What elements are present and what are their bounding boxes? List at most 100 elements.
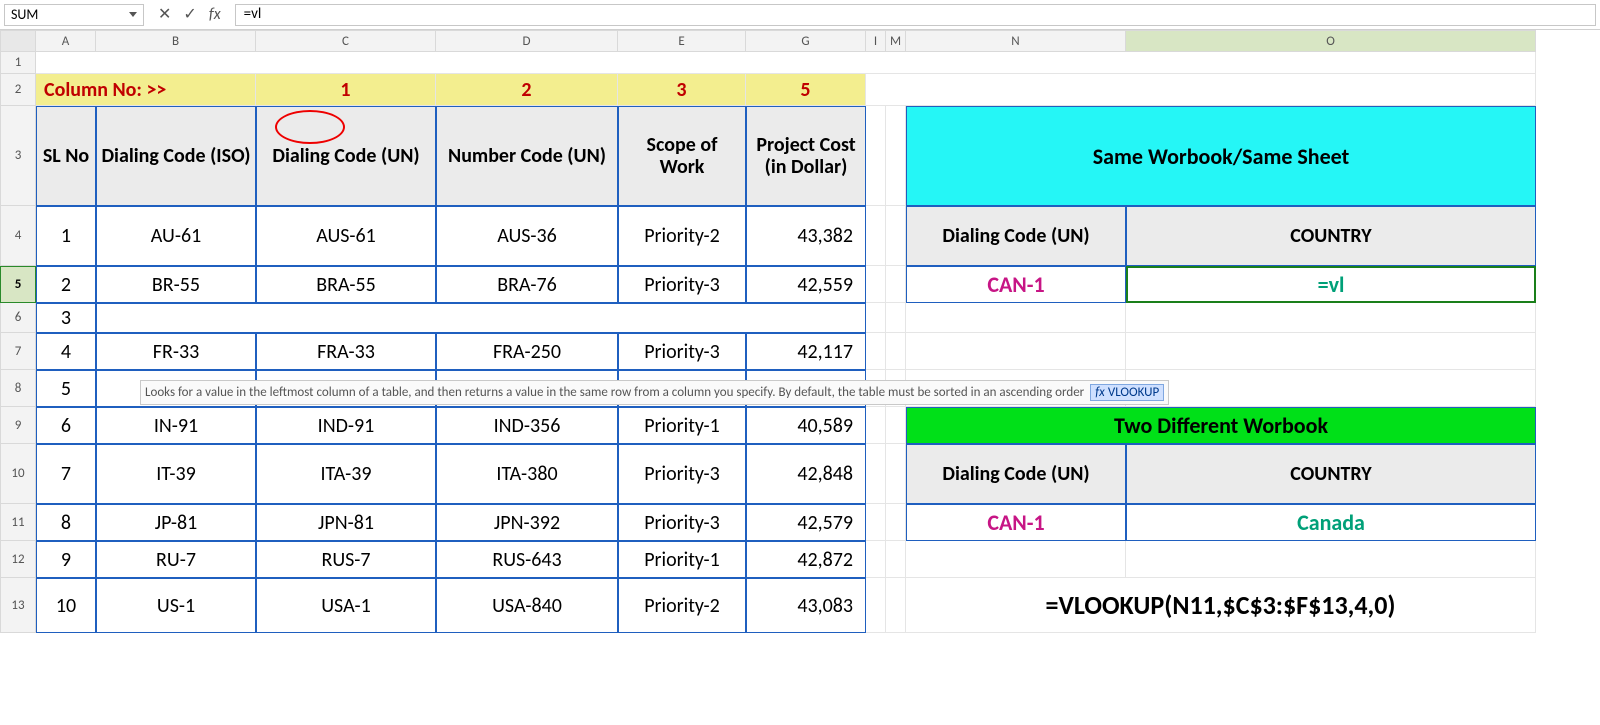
row-header[interactable]: 9: [0, 407, 36, 444]
cell[interactable]: [866, 206, 886, 266]
name-box[interactable]: SUM: [4, 4, 144, 26]
cell[interactable]: Priority-2: [618, 578, 746, 633]
row-header-selected[interactable]: 5: [0, 266, 36, 303]
cell[interactable]: [886, 444, 906, 504]
col-header-E[interactable]: E: [618, 30, 746, 52]
row-header[interactable]: 3: [0, 106, 36, 206]
cell[interactable]: 8: [36, 504, 96, 541]
cell[interactable]: 4: [36, 333, 96, 370]
cell[interactable]: 5: [36, 370, 96, 407]
cell[interactable]: Priority-3: [618, 266, 746, 303]
cell[interactable]: ITA-380: [436, 444, 618, 504]
select-all-corner[interactable]: [0, 30, 36, 52]
cell[interactable]: 1: [36, 206, 96, 266]
col-header-G[interactable]: G: [746, 30, 866, 52]
col-header-O[interactable]: O: [1126, 30, 1536, 52]
cell[interactable]: [36, 52, 1536, 74]
cell[interactable]: AU-61: [96, 206, 256, 266]
cell[interactable]: [866, 541, 886, 578]
col-header-M[interactable]: M: [886, 30, 906, 52]
cell[interactable]: IND-91: [256, 407, 436, 444]
col-header-D[interactable]: D: [436, 30, 618, 52]
cell[interactable]: 42,848: [746, 444, 866, 504]
cell[interactable]: 42,872: [746, 541, 866, 578]
cell[interactable]: [1126, 370, 1536, 407]
cell[interactable]: [866, 266, 886, 303]
cell[interactable]: JPN-392: [436, 504, 618, 541]
cell[interactable]: [866, 106, 886, 206]
col-header-A[interactable]: A: [36, 30, 96, 52]
col-header-I[interactable]: I: [866, 30, 886, 52]
cell[interactable]: [886, 266, 906, 303]
cell[interactable]: Priority-1: [618, 407, 746, 444]
fx-icon[interactable]: fx: [209, 7, 221, 23]
cell[interactable]: [866, 333, 886, 370]
cell[interactable]: [906, 333, 1126, 370]
cell[interactable]: [866, 407, 886, 444]
cell[interactable]: JPN-81: [256, 504, 436, 541]
cell[interactable]: Priority-3: [618, 504, 746, 541]
enter-icon[interactable]: ✓: [183, 7, 196, 23]
cell[interactable]: Priority-1: [618, 541, 746, 578]
cell[interactable]: Priority-3: [618, 333, 746, 370]
cell[interactable]: RUS-7: [256, 541, 436, 578]
cell[interactable]: [886, 206, 906, 266]
row-header[interactable]: 8: [0, 370, 36, 407]
chevron-down-icon[interactable]: [129, 12, 137, 17]
row-header[interactable]: 7: [0, 333, 36, 370]
cell[interactable]: 42,117: [746, 333, 866, 370]
row-header[interactable]: 10: [0, 444, 36, 504]
cell[interactable]: [866, 444, 886, 504]
cell[interactable]: 42,559: [746, 266, 866, 303]
row-header[interactable]: 13: [0, 578, 36, 633]
cell[interactable]: IT-39: [96, 444, 256, 504]
cell[interactable]: BR-55: [96, 266, 256, 303]
cell[interactable]: 43,083: [746, 578, 866, 633]
cell[interactable]: [1126, 303, 1536, 333]
cell[interactable]: BRA-55: [256, 266, 436, 303]
cell[interactable]: [906, 541, 1126, 578]
cell[interactable]: [886, 504, 906, 541]
cell[interactable]: 40,589: [746, 407, 866, 444]
cell[interactable]: [866, 578, 886, 633]
cell[interactable]: 42,579: [746, 504, 866, 541]
cell[interactable]: 10: [36, 578, 96, 633]
cell[interactable]: [1126, 541, 1536, 578]
cell[interactable]: Priority-3: [618, 444, 746, 504]
formula-input[interactable]: =vl: [235, 4, 1596, 26]
row-header[interactable]: 11: [0, 504, 36, 541]
row-header[interactable]: 4: [0, 206, 36, 266]
cell[interactable]: [886, 578, 906, 633]
cell[interactable]: IN-91: [96, 407, 256, 444]
cell[interactable]: AUS-36: [436, 206, 618, 266]
row-header[interactable]: 1: [0, 52, 36, 74]
cell[interactable]: FR-33: [96, 333, 256, 370]
same-country-editing[interactable]: =vl: [1126, 266, 1536, 303]
cell[interactable]: 43,382: [746, 206, 866, 266]
spreadsheet-grid[interactable]: 1 2 Column No: >> 1 2 3 5 3 SL No Dialin…: [0, 52, 1600, 633]
cell[interactable]: RUS-643: [436, 541, 618, 578]
cell[interactable]: JP-81: [96, 504, 256, 541]
cell[interactable]: IND-356: [436, 407, 618, 444]
cell[interactable]: USA-1: [256, 578, 436, 633]
cell[interactable]: [1126, 333, 1536, 370]
cell[interactable]: [886, 407, 906, 444]
cell[interactable]: 2: [36, 266, 96, 303]
diff-dial-value[interactable]: CAN-1: [906, 504, 1126, 541]
cell[interactable]: 6: [36, 407, 96, 444]
cell[interactable]: [96, 303, 866, 333]
cell[interactable]: [886, 106, 906, 206]
cell[interactable]: ITA-39: [256, 444, 436, 504]
row-header[interactable]: 12: [0, 541, 36, 578]
col-header-B[interactable]: B: [96, 30, 256, 52]
col-header-C[interactable]: C: [256, 30, 436, 52]
diff-country-value[interactable]: Canada: [1126, 504, 1536, 541]
cell[interactable]: 7: [36, 444, 96, 504]
cell[interactable]: [866, 74, 1536, 106]
cell[interactable]: [866, 303, 886, 333]
cell[interactable]: [866, 504, 886, 541]
row-header[interactable]: 2: [0, 74, 36, 106]
cell[interactable]: US-1: [96, 578, 256, 633]
cell[interactable]: USA-840: [436, 578, 618, 633]
cell[interactable]: FRA-33: [256, 333, 436, 370]
